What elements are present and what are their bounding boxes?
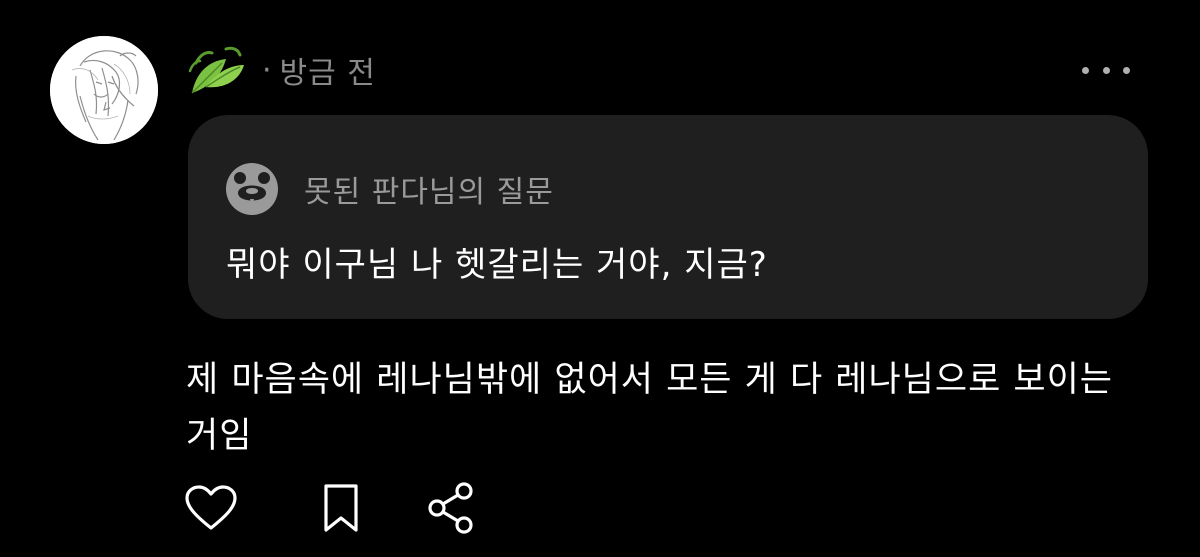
panda-icon xyxy=(226,163,278,215)
share-icon xyxy=(428,482,473,534)
more-dot-icon xyxy=(1102,66,1110,74)
quoted-question-author: 못된 판다님의 질문 xyxy=(304,175,554,210)
meta-separator: · xyxy=(262,52,272,88)
action-bar xyxy=(184,478,476,538)
avatar[interactable] xyxy=(50,36,158,144)
leaf-emoji-icon xyxy=(188,46,244,94)
heart-icon xyxy=(185,485,237,530)
bookmark-button[interactable] xyxy=(318,478,364,538)
more-options-button[interactable] xyxy=(1076,52,1136,88)
sketch-avatar-icon xyxy=(50,36,158,144)
more-dot-icon xyxy=(1082,66,1089,74)
post-meta: · 방금 전 xyxy=(186,38,376,102)
more-dot-icon xyxy=(1123,66,1130,74)
share-button[interactable] xyxy=(426,478,476,538)
quoted-question-text: 뭐야 이구님 나 헷갈리는 거야, 지금? xyxy=(226,245,768,285)
quoted-question-card[interactable]: 못된 판다님의 질문 뭐야 이구님 나 헷갈리는 거야, 지금? xyxy=(188,115,1148,319)
like-button[interactable] xyxy=(184,478,238,538)
bookmark-icon xyxy=(324,484,358,532)
post-timestamp: 방금 전 xyxy=(279,56,376,91)
reply-text: 제 마음속에 레나님밖에 없어서 모든 게 다 레나님으로 보이는 거임 xyxy=(186,360,1114,456)
quoted-question-header: 못된 판다님의 질문 xyxy=(226,163,554,215)
